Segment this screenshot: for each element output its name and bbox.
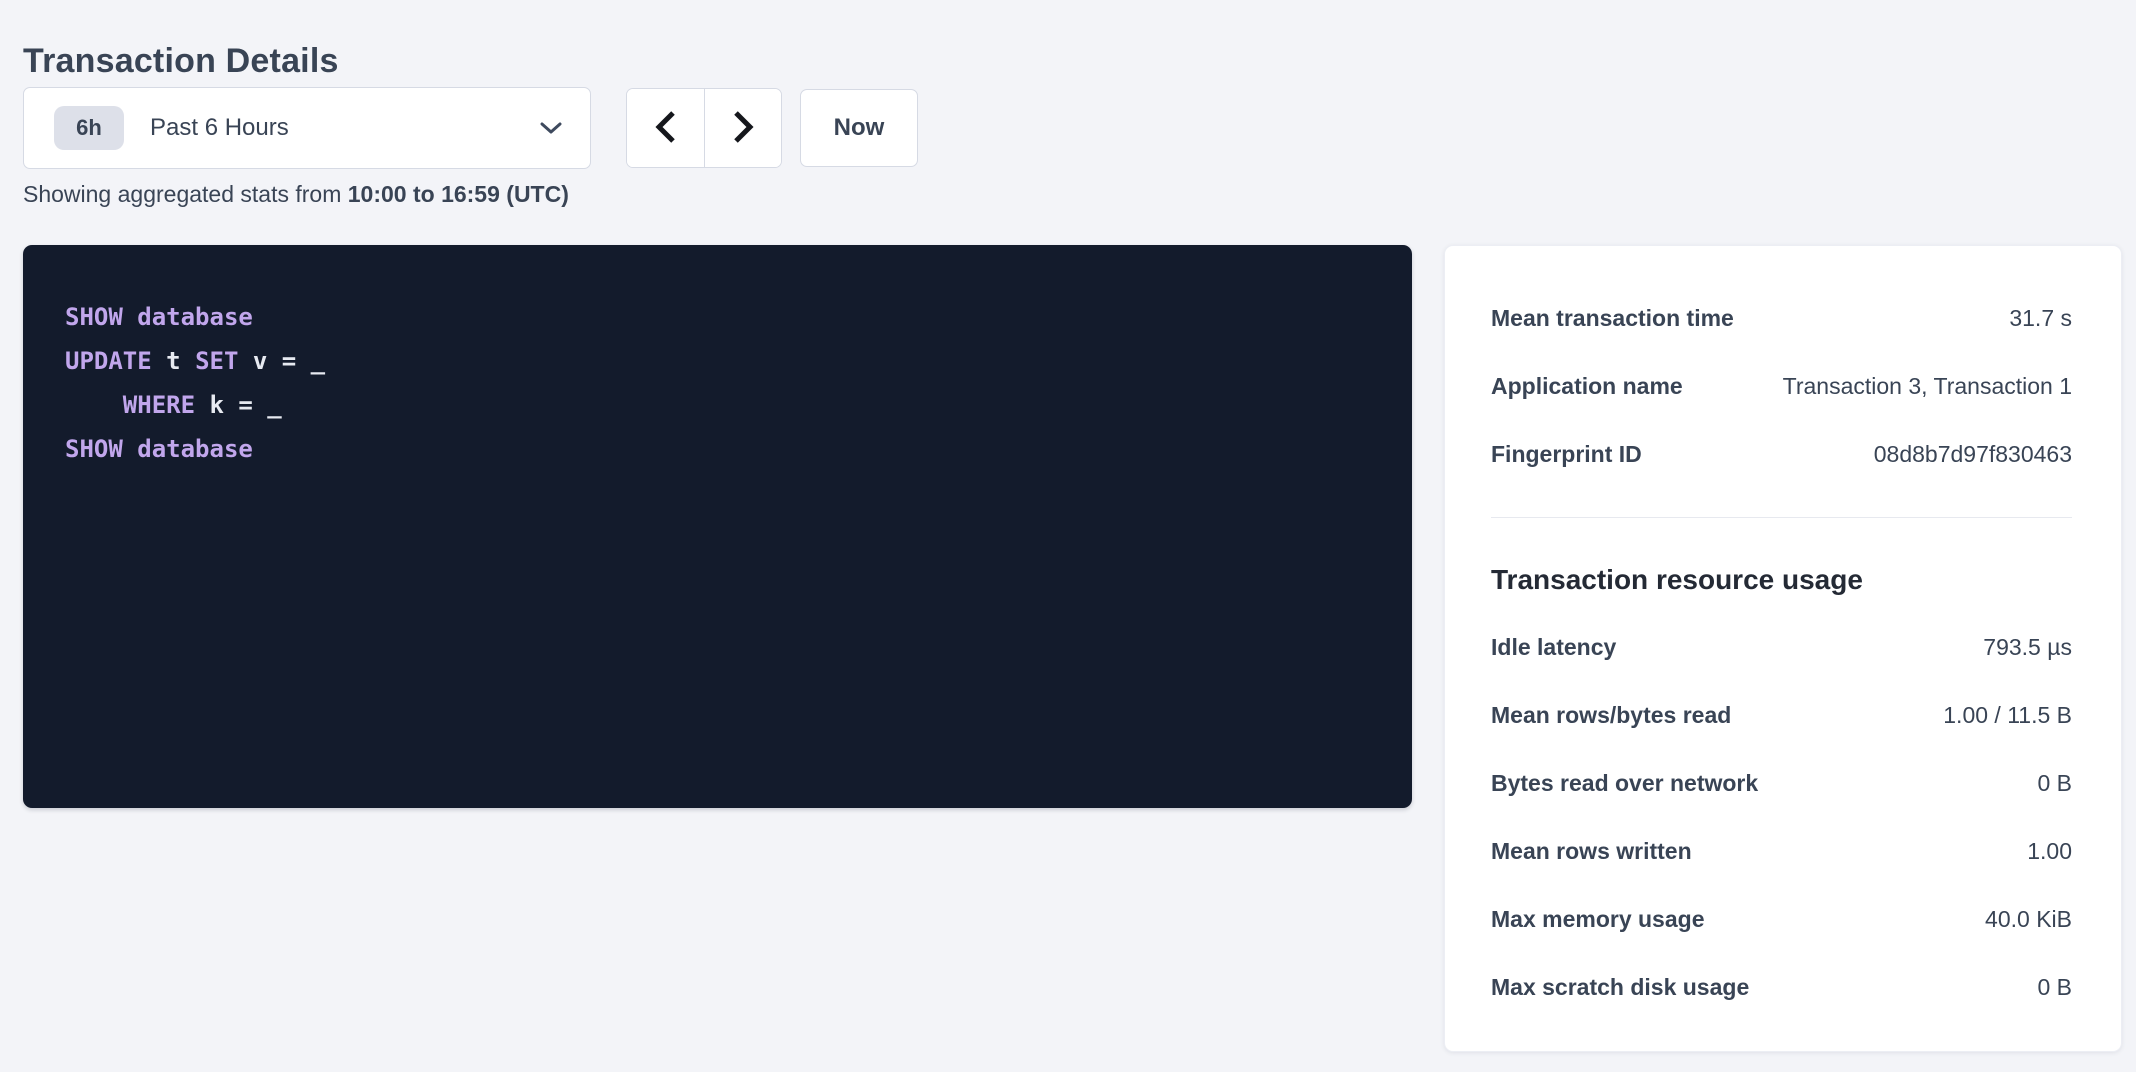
page-title: Transaction Details: [23, 39, 339, 83]
detail-label: Fingerprint ID: [1491, 441, 1642, 468]
detail-value: 08d8b7d97f830463: [1874, 441, 2072, 468]
detail-value: 1.00 / 11.5 B: [1943, 702, 2072, 729]
detail-row-application-name: Application name Transaction 3, Transact…: [1491, 352, 2072, 420]
detail-row-mean-transaction-time: Mean transaction time 31.7 s: [1491, 284, 2072, 352]
chevron-left-icon: [654, 110, 678, 147]
detail-row-mean-rows-written: Mean rows written 1.00: [1491, 817, 2072, 885]
detail-value: 31.7 s: [2009, 305, 2072, 332]
sql-line: SHOW database: [65, 427, 1382, 471]
detail-value: 793.5 µs: [1983, 634, 2072, 661]
resource-usage-section-title: Transaction resource usage: [1491, 560, 2072, 600]
detail-label: Mean rows/bytes read: [1491, 702, 1731, 729]
detail-label: Mean rows written: [1491, 838, 1692, 865]
chevron-down-icon: [540, 121, 562, 135]
detail-value: 1.00: [2027, 838, 2072, 865]
detail-row-fingerprint-id: Fingerprint ID 08d8b7d97f830463: [1491, 420, 2072, 488]
time-range-badge: 6h: [54, 106, 124, 150]
time-range-label: Past 6 Hours: [150, 114, 289, 142]
detail-value: 0 B: [2037, 974, 2072, 1001]
stats-caption-range: 10:00 to 16:59 (UTC): [348, 181, 569, 207]
time-step-button-group: [626, 88, 782, 168]
stats-caption: Showing aggregated stats from 10:00 to 1…: [23, 181, 569, 208]
detail-label: Max memory usage: [1491, 906, 1704, 933]
detail-label: Application name: [1491, 373, 1683, 400]
sql-line: UPDATE t SET v = _: [65, 339, 1382, 383]
prev-time-button[interactable]: [627, 89, 704, 167]
time-picker-row: 6h Past 6 Hours Now: [23, 87, 918, 169]
sql-line: SHOW database: [65, 295, 1382, 339]
detail-row-max-memory-usage: Max memory usage 40.0 KiB: [1491, 885, 2072, 953]
detail-row-max-scratch-disk-usage: Max scratch disk usage 0 B: [1491, 953, 2072, 1021]
detail-row-idle-latency: Idle latency 793.5 µs: [1491, 613, 2072, 681]
detail-row-bytes-read-over-network: Bytes read over network 0 B: [1491, 749, 2072, 817]
next-time-button[interactable]: [704, 89, 781, 167]
detail-label: Max scratch disk usage: [1491, 974, 1749, 1001]
sql-line: WHERE k = _: [65, 383, 1382, 427]
detail-row-mean-rows-bytes-read: Mean rows/bytes read 1.00 / 11.5 B: [1491, 681, 2072, 749]
detail-label: Bytes read over network: [1491, 770, 1758, 797]
detail-value: 0 B: [2037, 770, 2072, 797]
details-divider: [1491, 517, 2072, 518]
stats-caption-prefix: Showing aggregated stats from: [23, 181, 348, 207]
sql-code: SHOW databaseUPDATE t SET v = _ WHERE k …: [65, 295, 1382, 471]
detail-value: Transaction 3, Transaction 1: [1783, 373, 2072, 400]
now-button[interactable]: Now: [800, 89, 918, 167]
detail-label: Mean transaction time: [1491, 305, 1734, 332]
transaction-details-card: Mean transaction time 31.7 s Application…: [1444, 245, 2122, 1052]
time-range-dropdown[interactable]: 6h Past 6 Hours: [23, 87, 591, 169]
detail-label: Idle latency: [1491, 634, 1616, 661]
detail-value: 40.0 KiB: [1985, 906, 2072, 933]
chevron-right-icon: [731, 110, 755, 147]
sql-statement-box: SHOW databaseUPDATE t SET v = _ WHERE k …: [23, 245, 1412, 808]
